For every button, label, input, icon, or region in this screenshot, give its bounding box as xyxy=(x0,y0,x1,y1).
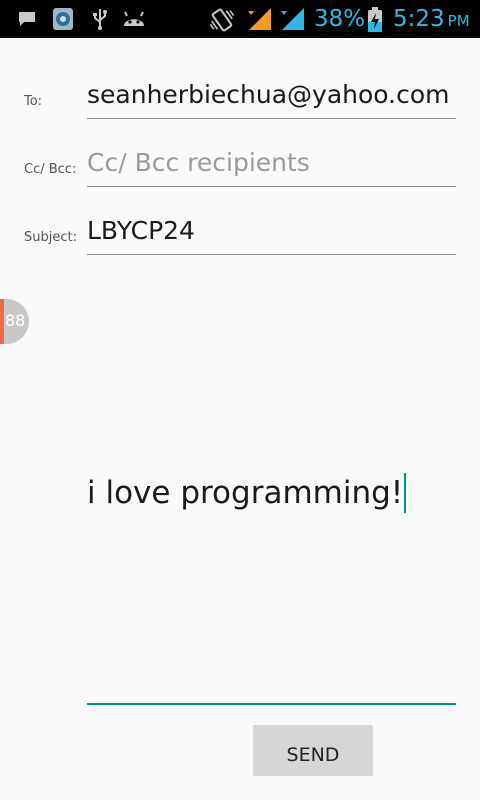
usb-icon xyxy=(93,9,107,30)
text-cursor xyxy=(404,473,407,513)
battery-percent: 38% xyxy=(314,6,366,32)
app-badge-icon xyxy=(53,8,73,30)
signal-blue-icon xyxy=(281,8,304,30)
subject-label: Subject: xyxy=(24,230,77,245)
to-label: To: xyxy=(24,94,43,109)
android-icon xyxy=(124,11,144,26)
message-text: i love programming! xyxy=(87,475,404,511)
signal-orange-icon xyxy=(248,8,271,30)
subject-field[interactable]: LBYCP24 xyxy=(87,214,456,255)
send-button[interactable]: SEND xyxy=(253,725,373,776)
cc-bcc-label: Cc/ Bcc: xyxy=(24,162,77,177)
status-bar: 38% 5:23 PM xyxy=(0,0,480,38)
floating-bubble[interactable]: 88 xyxy=(0,299,29,344)
message-content: i love programming! xyxy=(87,473,407,513)
clock-time: 5:23 xyxy=(393,6,445,32)
clock-ampm: PM xyxy=(447,12,470,30)
cc-bcc-field[interactable]: Cc/ Bcc recipients xyxy=(87,146,456,187)
message-field[interactable]: i love programming! xyxy=(87,262,456,705)
to-field[interactable]: seanherbiechua@yahoo.com xyxy=(87,78,456,119)
battery-charging-icon xyxy=(368,7,382,32)
message-icon xyxy=(19,12,35,26)
vibrate-icon xyxy=(209,8,235,32)
bubble-count: 88 xyxy=(5,311,26,330)
clock: 5:23 PM xyxy=(393,5,470,35)
